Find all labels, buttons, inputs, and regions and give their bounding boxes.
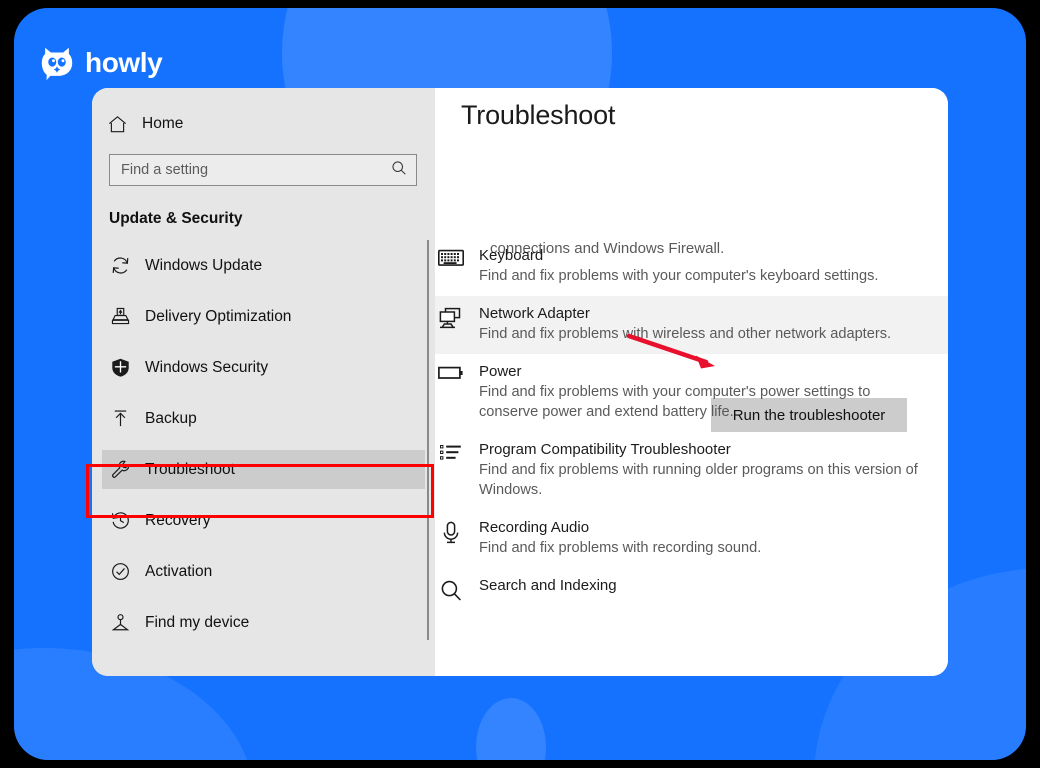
sidebar-item-label: Home bbox=[142, 115, 184, 132]
sidebar-item-find-my-device[interactable]: Find my device bbox=[102, 603, 425, 642]
sidebar-item-recovery[interactable]: Recovery bbox=[102, 501, 425, 540]
sidebar-item-label: Recovery bbox=[145, 511, 211, 529]
troubleshooter-item-body: Program Compatibility Troubleshooter Fin… bbox=[479, 440, 936, 500]
keyboard-icon bbox=[437, 249, 465, 275]
sidebar-item-label: Windows Update bbox=[145, 256, 263, 274]
sidebar-item-label: Activation bbox=[145, 562, 213, 580]
troubleshooter-item-name: Power bbox=[479, 363, 522, 380]
settings-window: Home Update & Security bbox=[92, 88, 948, 676]
sidebar-item-backup[interactable]: Backup bbox=[102, 399, 425, 438]
troubleshooter-item-network-adapter[interactable]: Network Adapter Find and fix problems wi… bbox=[435, 296, 948, 432]
troubleshooter-item-name: Program Compatibility Troubleshooter bbox=[479, 441, 731, 458]
sidebar-item-windows-update[interactable]: Windows Update bbox=[102, 246, 425, 285]
troubleshooter-item-name: Search and Indexing bbox=[479, 577, 617, 594]
troubleshooter-item-desc: Find and fix problems with wireless and … bbox=[479, 326, 892, 342]
sidebar-section-heading: Update & Security bbox=[109, 210, 243, 227]
sidebar-item-troubleshoot[interactable]: Troubleshoot bbox=[102, 450, 425, 489]
sidebar-item-windows-security[interactable]: Windows Security bbox=[102, 348, 425, 387]
troubleshooter-item-name: Recording Audio bbox=[479, 519, 590, 536]
sidebar-nav-list: Windows Update Delivery Optimization Win… bbox=[92, 246, 435, 642]
troubleshooter-item-body: Power Find and fix problems with your co… bbox=[479, 362, 936, 422]
troubleshooter-item-program-compatibility[interactable]: Program Compatibility Troubleshooter Fin… bbox=[435, 432, 948, 510]
troubleshooter-item-body: Recording Audio Find and fix problems wi… bbox=[479, 518, 936, 558]
troubleshooter-list: Keyboard Find and fix problems with your… bbox=[435, 238, 948, 615]
battery-icon bbox=[437, 365, 465, 391]
sidebar-item-label: Backup bbox=[145, 409, 197, 427]
clipped-ghost-row bbox=[490, 216, 724, 238]
troubleshooter-item-desc: Find and fix problems with your computer… bbox=[479, 268, 879, 284]
sidebar-item-label: Find my device bbox=[145, 613, 250, 631]
brand-name: howly bbox=[85, 47, 163, 78]
home-icon bbox=[106, 113, 128, 135]
sidebar-item-home[interactable]: Home bbox=[92, 104, 435, 144]
troubleshooter-item-name: Network Adapter bbox=[479, 305, 590, 322]
troubleshooter-item-keyboard[interactable]: Keyboard Find and fix problems with your… bbox=[435, 238, 948, 296]
shield-icon bbox=[109, 357, 131, 379]
troubleshooter-item-name: Keyboard bbox=[479, 247, 544, 264]
sync-icon bbox=[109, 255, 131, 277]
search-circle-icon bbox=[437, 579, 465, 605]
list-icon bbox=[437, 443, 465, 469]
troubleshooter-item-search-and-indexing[interactable]: Search and Indexing bbox=[435, 568, 948, 615]
search-icon[interactable] bbox=[390, 159, 408, 182]
troubleshooter-item-desc: Find and fix problems with recording sou… bbox=[479, 540, 762, 556]
page-root: howly Home Find a setting Update & Secur… bbox=[0, 0, 1040, 768]
page-title: Troubleshoot bbox=[461, 100, 616, 130]
microphone-icon bbox=[437, 521, 465, 547]
upload-box-icon bbox=[109, 306, 131, 328]
troubleshooter-item-body: Network Adapter Find and fix problems wi… bbox=[479, 304, 936, 344]
brand-logo: howly bbox=[38, 44, 163, 82]
network-adapter-icon bbox=[437, 307, 465, 333]
decorative-blob bbox=[476, 698, 546, 760]
history-icon bbox=[109, 510, 131, 532]
troubleshooter-item-body: Search and Indexing bbox=[479, 576, 936, 605]
settings-sidebar: Home Update & Security bbox=[92, 88, 435, 676]
sidebar-item-label: Windows Security bbox=[145, 358, 269, 376]
wrench-icon bbox=[109, 459, 131, 481]
find-device-icon bbox=[109, 612, 131, 634]
sidebar-item-label: Delivery Optimization bbox=[145, 307, 292, 325]
main-content: Troubleshoot connections and Windows Fir… bbox=[435, 88, 948, 676]
sidebar-item-activation[interactable]: Activation bbox=[102, 552, 425, 591]
sidebar-scrollbar[interactable] bbox=[427, 240, 429, 640]
troubleshooter-item-body: Keyboard Find and fix problems with your… bbox=[479, 246, 936, 286]
search-input[interactable] bbox=[121, 162, 390, 178]
troubleshooter-item-recording-audio[interactable]: Recording Audio Find and fix problems wi… bbox=[435, 510, 948, 568]
check-circle-icon bbox=[109, 561, 131, 583]
sidebar-item-delivery-optimization[interactable]: Delivery Optimization bbox=[102, 297, 425, 336]
upload-arrow-icon bbox=[109, 408, 131, 430]
troubleshooter-item-power[interactable]: Power Find and fix problems with your co… bbox=[435, 354, 948, 432]
troubleshooter-item-desc: Find and fix problems with running older… bbox=[479, 462, 918, 498]
owl-logo-icon bbox=[41, 47, 73, 81]
search-box[interactable] bbox=[109, 154, 417, 186]
sidebar-item-label: Troubleshoot bbox=[145, 460, 235, 478]
troubleshooter-item-desc: Find and fix problems with your computer… bbox=[479, 384, 871, 420]
